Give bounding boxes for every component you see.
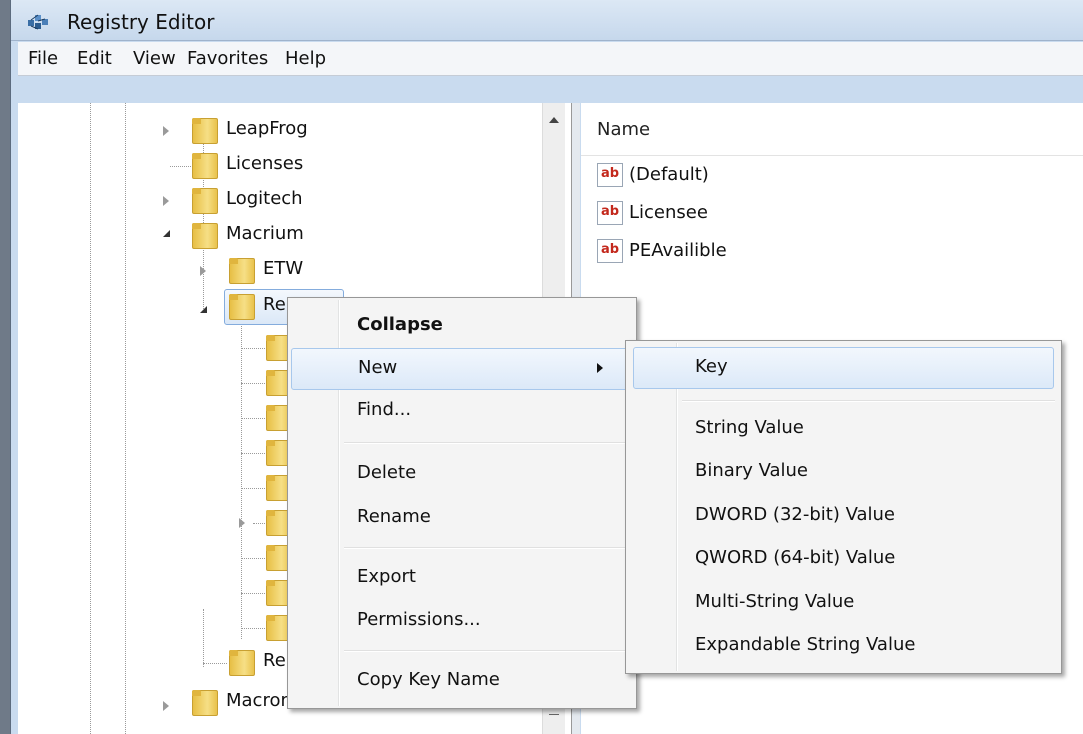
expand-arrow-icon[interactable] xyxy=(200,266,206,276)
tree-guide-line xyxy=(125,103,126,734)
string-value-icon: ab xyxy=(597,163,623,187)
tree-guide-line xyxy=(203,609,204,667)
menu-item-new[interactable]: New xyxy=(291,348,633,390)
menu-item-copy-key-name[interactable]: Copy Key Name xyxy=(288,661,636,701)
menu-item-label: New xyxy=(358,357,398,378)
menu-file[interactable]: File xyxy=(28,48,58,69)
menu-item-permissions[interactable]: Permissions... xyxy=(288,601,636,641)
menu-item-label: Binary Value xyxy=(695,460,808,481)
tree-branch-line xyxy=(241,593,265,594)
string-value-icon: ab xyxy=(597,201,623,225)
value-name: (Default) xyxy=(629,164,709,185)
tree-item-label: LeapFrog xyxy=(226,118,308,139)
submenu-item-expandable-string-value[interactable]: Expandable String Value xyxy=(626,626,1061,666)
menu-edit[interactable]: Edit xyxy=(77,48,112,69)
tree-guide-line xyxy=(203,123,204,313)
menu-item-label: Expandable String Value xyxy=(695,634,916,655)
menu-item-label: Multi-String Value xyxy=(695,591,855,612)
tree-guide-line xyxy=(241,309,242,639)
submenu-item-qword-value[interactable]: QWORD (64-bit) Value xyxy=(626,539,1061,579)
menu-item-label: Permissions... xyxy=(357,609,481,630)
folder-icon xyxy=(192,690,218,716)
menu-separator xyxy=(344,650,630,652)
expand-arrow-icon[interactable] xyxy=(163,196,169,206)
tree-branch-line xyxy=(203,663,227,664)
tree-item-label: Logitech xyxy=(226,188,303,209)
menu-item-label: Collapse xyxy=(357,314,443,335)
menu-item-label: Key xyxy=(695,356,728,377)
new-submenu: Key String Value Binary Value DWORD (32-… xyxy=(625,340,1062,674)
menu-separator xyxy=(344,547,630,549)
collapse-arrow-icon[interactable] xyxy=(200,306,207,313)
tree-item-label: Licenses xyxy=(226,153,304,174)
column-header-name[interactable]: Name xyxy=(581,103,1083,156)
menu-item-label: Export xyxy=(357,566,416,587)
value-name: Licensee xyxy=(629,202,708,223)
tree-branch-line xyxy=(253,523,265,524)
submenu-item-key[interactable]: Key xyxy=(633,347,1054,389)
scroll-up-arrow-icon[interactable] xyxy=(549,117,559,123)
tree-branch-line xyxy=(241,383,265,384)
submenu-arrow-icon xyxy=(597,363,603,373)
window-title: Registry Editor xyxy=(67,10,215,34)
tree-item-label: Re xyxy=(263,294,286,315)
menu-separator xyxy=(344,442,630,444)
menu-item-find[interactable]: Find... xyxy=(288,391,636,431)
tree-branch-line xyxy=(241,558,265,559)
expand-arrow-icon[interactable] xyxy=(163,126,169,136)
folder-icon xyxy=(229,258,255,284)
submenu-item-binary-value[interactable]: Binary Value xyxy=(626,452,1061,492)
menu-item-label: Rename xyxy=(357,506,431,527)
menu-item-label: String Value xyxy=(695,417,804,438)
menu-item-label: Delete xyxy=(357,462,417,483)
menu-help[interactable]: Help xyxy=(285,48,326,69)
column-header-label: Name xyxy=(597,119,651,140)
tree-item-label: Macrium xyxy=(226,223,304,244)
menu-item-label: Copy Key Name xyxy=(357,669,500,690)
collapse-arrow-icon[interactable] xyxy=(163,230,170,237)
expand-arrow-icon[interactable] xyxy=(163,701,169,711)
menu-item-delete[interactable]: Delete xyxy=(288,454,636,494)
menu-favorites[interactable]: Favorites xyxy=(187,48,268,69)
menu-view[interactable]: View xyxy=(133,48,176,69)
tree-branch-line xyxy=(241,418,265,419)
menu-item-label: DWORD (32-bit) Value xyxy=(695,504,895,525)
submenu-item-string-value[interactable]: String Value xyxy=(626,409,1061,449)
tree-branch-line xyxy=(241,348,265,349)
submenu-item-multi-string-value[interactable]: Multi-String Value xyxy=(626,583,1061,623)
menu-item-export[interactable]: Export xyxy=(288,558,636,598)
string-value-icon: ab xyxy=(597,239,623,263)
folder-icon xyxy=(192,223,218,249)
menu-separator xyxy=(682,400,1055,402)
submenu-item-dword-value[interactable]: DWORD (32-bit) Value xyxy=(626,496,1061,536)
tree-branch-line xyxy=(241,453,265,454)
value-name: PEAvailible xyxy=(629,240,727,261)
tree-branch-line xyxy=(241,628,265,629)
tree-guide-line xyxy=(90,103,91,734)
menu-item-label: QWORD (64-bit) Value xyxy=(695,547,896,568)
tree-branch-line xyxy=(241,488,265,489)
folder-icon xyxy=(229,650,255,676)
menu-bar: File Edit View Favorites Help xyxy=(18,42,1083,76)
context-menu: Collapse New Find... Delete Rename Expor… xyxy=(287,297,637,709)
expand-arrow-icon[interactable] xyxy=(239,518,245,528)
menu-item-label: Find... xyxy=(357,399,412,420)
folder-icon xyxy=(229,294,255,320)
title-bar[interactable]: Registry Editor xyxy=(11,0,1083,41)
folder-icon xyxy=(192,188,218,214)
registry-editor-icon xyxy=(28,14,48,30)
tree-item-label: ETW xyxy=(263,258,304,279)
folder-icon xyxy=(192,118,218,144)
tree-item-label: Re xyxy=(263,650,286,671)
menu-item-rename[interactable]: Rename xyxy=(288,498,636,538)
menu-item-collapse[interactable]: Collapse xyxy=(288,306,636,346)
folder-icon xyxy=(192,153,218,179)
